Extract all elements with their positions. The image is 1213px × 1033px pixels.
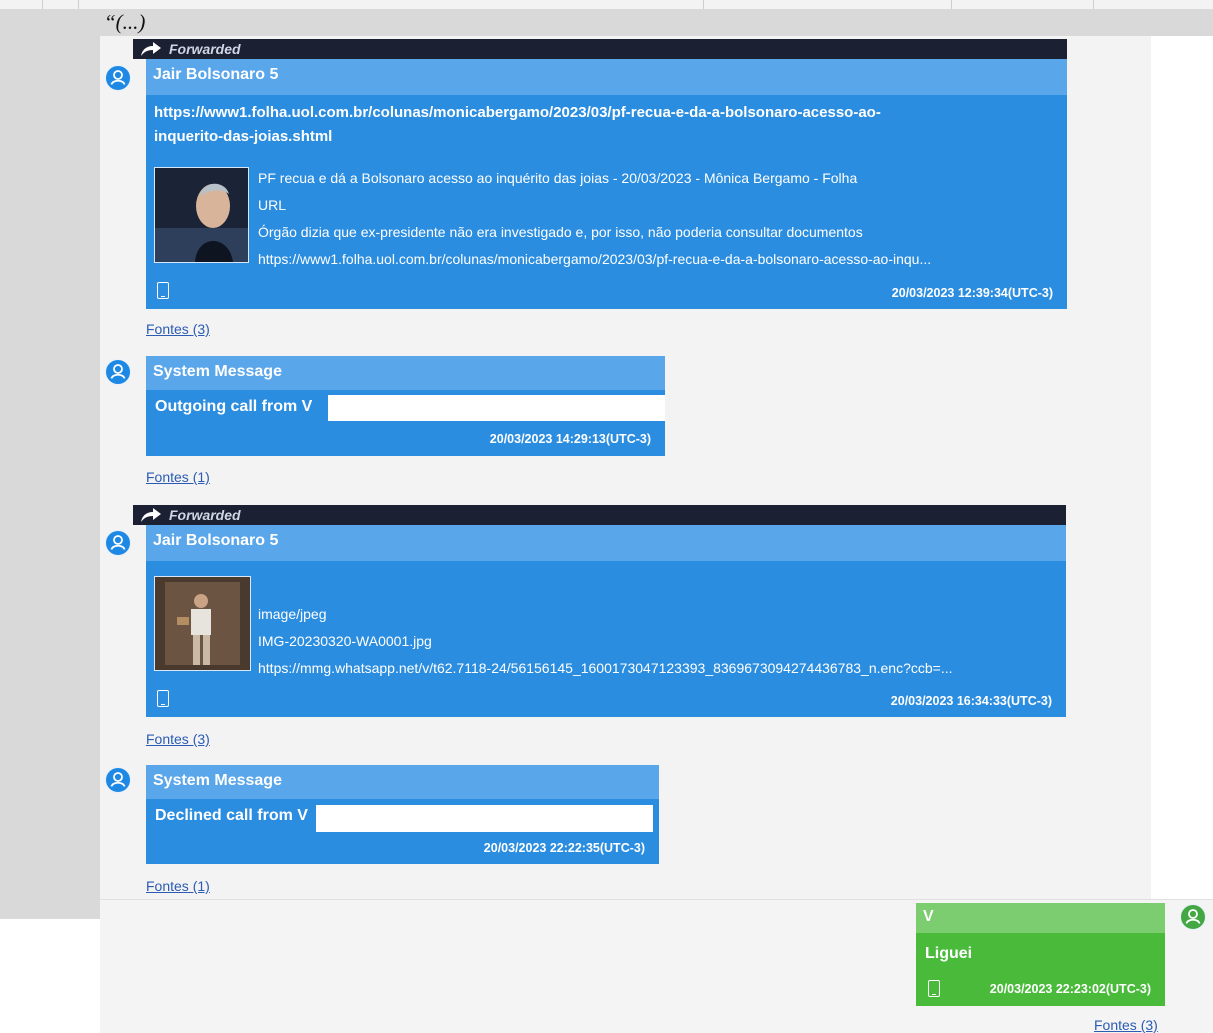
gray-header-band bbox=[100, 9, 1213, 36]
sender-name: Jair Bolsonaro 5 bbox=[153, 532, 279, 549]
file-url[interactable]: https://mmg.whatsapp.net/v/t62.7118-24/5… bbox=[258, 655, 953, 682]
sender-name: System Message bbox=[153, 363, 282, 380]
forward-arrow-icon bbox=[141, 42, 161, 56]
message-timestamp: 20/03/2023 12:39:34(UTC-3) bbox=[891, 286, 1053, 300]
sender-name: V bbox=[923, 908, 934, 925]
forward-arrow-icon bbox=[141, 508, 161, 522]
sender-avatar bbox=[105, 767, 131, 793]
system-message-bubble[interactable]: System Message Declined call from V 20/0… bbox=[146, 765, 659, 864]
message-timestamp: 20/03/2023 16:34:33(UTC-3) bbox=[890, 694, 1052, 708]
message-bubble[interactable]: Jair Bolsonaro 5 https://www1.folha.uol.… bbox=[146, 59, 1067, 309]
gray-margin bbox=[0, 9, 100, 919]
sender-name: System Message bbox=[153, 772, 282, 789]
link-title-line2[interactable]: inquerito-das-joias.shtml bbox=[154, 125, 881, 149]
sender-avatar bbox=[105, 359, 131, 385]
message-timestamp: 20/03/2023 14:29:13(UTC-3) bbox=[489, 432, 651, 446]
user-avatar-icon bbox=[110, 70, 126, 85]
user-avatar-icon bbox=[110, 364, 126, 379]
system-message-bubble[interactable]: System Message Outgoing call from V 20/0… bbox=[146, 356, 665, 456]
preview-title: PF recua e dá a Bolsonaro acesso ao inqu… bbox=[258, 170, 858, 186]
file-name: IMG-20230320-WA0001.jpg bbox=[258, 633, 432, 649]
message-text: Outgoing call from V bbox=[155, 398, 313, 415]
link-preview-thumbnail bbox=[154, 167, 249, 263]
sender-avatar bbox=[105, 530, 131, 556]
phone-icon bbox=[157, 282, 169, 299]
user-avatar-icon bbox=[110, 535, 126, 550]
sources-link[interactable]: Fontes (1) bbox=[146, 469, 210, 485]
message-bubble[interactable]: Jair Bolsonaro 5 image/jpeg IMG-20230320… bbox=[146, 525, 1066, 717]
sender-avatar bbox=[105, 65, 131, 91]
message-timestamp: 20/03/2023 22:23:02(UTC-3) bbox=[989, 982, 1151, 996]
sources-link[interactable]: Fontes (1) bbox=[146, 878, 210, 894]
preview-type: URL bbox=[258, 197, 287, 213]
message-timestamp: 20/03/2023 22:22:35(UTC-3) bbox=[483, 841, 645, 855]
user-avatar-icon bbox=[110, 772, 126, 787]
preview-url[interactable]: https://www1.folha.uol.com.br/colunas/mo… bbox=[258, 246, 931, 273]
sources-link[interactable]: Fontes (3) bbox=[1094, 1017, 1158, 1033]
sender-avatar bbox=[1180, 904, 1206, 930]
forwarded-label: Forwarded bbox=[169, 507, 241, 523]
link-title-line1[interactable]: https://www1.folha.uol.com.br/colunas/mo… bbox=[154, 101, 881, 125]
outgoing-message-bubble[interactable]: V Liguei 20/03/2023 22:23:02(UTC-3) bbox=[916, 903, 1165, 1006]
file-mime-type: image/jpeg bbox=[258, 606, 327, 622]
forwarded-label: Forwarded bbox=[169, 41, 241, 57]
message-text: Liguei bbox=[925, 945, 973, 962]
quote-prefix: “(...) bbox=[104, 10, 146, 34]
redaction-box bbox=[328, 395, 665, 421]
sources-link[interactable]: Fontes (3) bbox=[146, 731, 210, 747]
sender-name: Jair Bolsonaro 5 bbox=[153, 66, 279, 83]
forwarded-banner: Forwarded bbox=[133, 39, 1067, 59]
user-avatar-icon bbox=[1185, 909, 1201, 924]
sources-link[interactable]: Fontes (3) bbox=[146, 321, 210, 337]
forwarded-banner: Forwarded bbox=[133, 505, 1066, 525]
preview-description: Órgão dizia que ex-presidente não era in… bbox=[258, 224, 863, 240]
phone-icon bbox=[928, 980, 940, 997]
message-text: Declined call from V bbox=[155, 807, 308, 824]
redaction-box bbox=[316, 805, 653, 832]
image-thumbnail[interactable] bbox=[154, 576, 251, 671]
phone-icon bbox=[157, 690, 169, 707]
link-title[interactable]: https://www1.folha.uol.com.br/colunas/mo… bbox=[154, 101, 881, 149]
